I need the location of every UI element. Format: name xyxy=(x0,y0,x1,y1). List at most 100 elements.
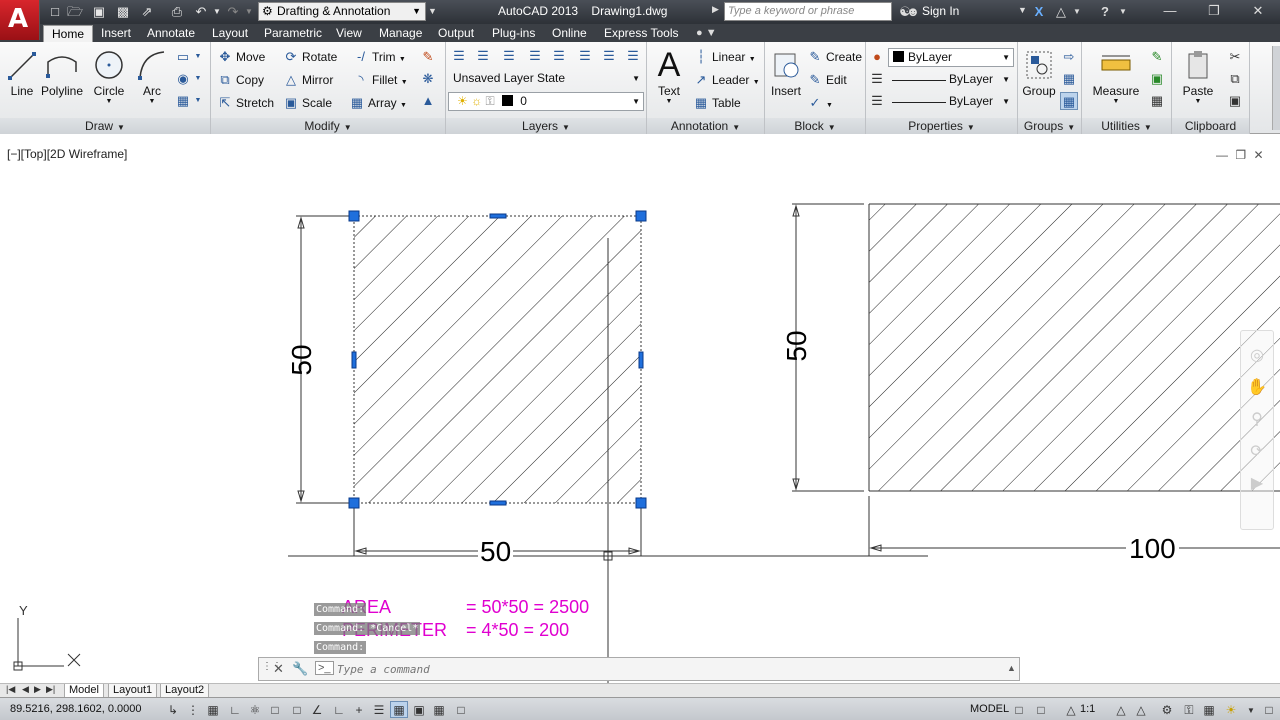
chevron-down-icon[interactable]: ▼ xyxy=(401,79,408,86)
dim-right-horizontal-text[interactable]: 100 xyxy=(1126,533,1179,565)
ungroup-icon[interactable]: ⇨ xyxy=(1060,48,1078,66)
panel-title-utilities[interactable]: Utilities ▼ xyxy=(1082,118,1171,134)
navigation-bar[interactable]: ◎ ✋ ⚲ ⟳ ▶ xyxy=(1240,330,1274,530)
command-prompt-icon[interactable]: >_ xyxy=(315,661,334,675)
print-icon[interactable]: ⎙ xyxy=(168,3,186,21)
exchange-icon[interactable]: X xyxy=(1030,3,1048,21)
circle-button[interactable]: Circle ▼ xyxy=(92,48,126,105)
leader-button[interactable]: ↗ Leader ▼ xyxy=(693,72,760,88)
maximize-button[interactable]: ❐ xyxy=(1198,2,1230,20)
copy-button[interactable]: ⧉ Copy xyxy=(217,72,264,88)
note-area-formula[interactable]: = 50*50 = 2500 xyxy=(466,597,589,618)
layer-iso-icon[interactable]: ☰ xyxy=(500,47,518,65)
restore-icon[interactable]: ❐ xyxy=(1235,148,1246,162)
panel-title-modify[interactable]: Modify ▼ xyxy=(211,118,445,134)
chevron-down-icon[interactable]: ▼ xyxy=(400,102,407,109)
layer-freeze-icon[interactable]: ☰ xyxy=(550,47,568,65)
lock-icon[interactable]: ⚿ xyxy=(1180,701,1198,718)
search-expand-icon[interactable]: ▶ xyxy=(712,4,719,15)
paste-button[interactable]: Paste ▼ xyxy=(1178,48,1218,105)
ribbon-scroll-handle[interactable] xyxy=(1272,46,1280,130)
redo-dropdown-icon[interactable]: ▼ xyxy=(240,3,258,21)
showmotion-icon[interactable]: ▶ xyxy=(1241,473,1273,493)
wrench-icon[interactable]: 🔧 xyxy=(292,661,308,677)
tab-layout[interactable]: Layout xyxy=(204,25,256,42)
chevron-down-icon[interactable]: ▼ xyxy=(1068,3,1086,21)
chevron-down-icon[interactable]: ▼ xyxy=(136,98,168,105)
infer-constraints-icon[interactable]: ↳ xyxy=(164,701,182,718)
chevron-down-icon[interactable]: ▼ xyxy=(192,92,204,110)
boundary-icon[interactable]: ▦ xyxy=(174,92,192,110)
group-selection-icon[interactable]: ▦ xyxy=(1060,92,1078,110)
color-dropdown[interactable]: ByLayer ▼ xyxy=(888,48,1014,67)
dim-right-vertical-text[interactable]: 50 xyxy=(781,326,813,366)
measure-button[interactable]: Measure ▼ xyxy=(1088,48,1144,105)
command-input[interactable] xyxy=(337,661,997,678)
tab-manage[interactable]: Manage xyxy=(371,25,430,42)
save-icon[interactable]: ▣ xyxy=(90,3,108,21)
note-perimeter-formula[interactable]: = 4*50 = 200 xyxy=(466,620,569,641)
quick-select-icon[interactable]: ✎ xyxy=(1148,48,1166,66)
minimize-icon[interactable]: — xyxy=(1216,148,1228,162)
hardware-acceleration-icon[interactable]: ▦ xyxy=(1200,701,1218,718)
tab-parametric[interactable]: Parametric xyxy=(256,25,330,42)
explode-icon[interactable]: ❋ xyxy=(419,70,437,88)
dim-left-vertical-text[interactable]: 50 xyxy=(286,340,318,380)
match-icon[interactable]: ▣ xyxy=(1226,92,1244,110)
layer-properties-icon[interactable]: ☰ xyxy=(450,47,468,65)
tab-express-tools[interactable]: Express Tools xyxy=(596,25,686,42)
pan-icon[interactable]: ✋ xyxy=(1241,377,1273,397)
layer-state-dropdown[interactable]: Unsaved Layer State ▼ xyxy=(448,69,644,88)
tab-insert[interactable]: Insert xyxy=(93,25,139,42)
mirror-button[interactable]: △ Mirror xyxy=(283,72,333,88)
steering-wheel-icon[interactable]: ◎ xyxy=(1241,345,1273,365)
first-layout-icon[interactable]: |◀ xyxy=(6,684,15,695)
tab-layout1[interactable]: Layout1 xyxy=(108,684,158,698)
tab-online[interactable]: Online xyxy=(544,25,595,42)
quick-view-drawings-icon[interactable]: □ xyxy=(1032,701,1050,718)
close-icon[interactable]: ✕ xyxy=(1253,148,1263,162)
group-edit-icon[interactable]: ▦ xyxy=(1060,70,1078,88)
tab-home[interactable]: Home xyxy=(43,25,94,42)
annotation-scale-icon[interactable]: △ xyxy=(1062,701,1080,718)
line-button[interactable]: Line xyxy=(6,48,38,98)
chevron-down-icon[interactable]: ▼ xyxy=(192,70,204,88)
minimize-button[interactable]: — xyxy=(1154,2,1186,20)
current-layer-dropdown[interactable]: ☀ ☼ ⚿ 0 ▼ xyxy=(448,92,644,111)
user-icon[interactable]: ☻ xyxy=(906,3,920,21)
auto-scale-icon[interactable]: △ xyxy=(1132,701,1150,718)
sign-in-button[interactable]: Sign In xyxy=(922,4,959,18)
stretch-button[interactable]: ⇱ Stretch xyxy=(217,95,274,111)
dynamic-ucs-icon[interactable]: ∟ xyxy=(330,701,348,718)
text-button[interactable]: A Text ▼ xyxy=(653,48,685,105)
save-as-icon[interactable]: ▩ xyxy=(114,3,132,21)
chevron-down-icon[interactable]: ▼ xyxy=(92,98,126,105)
zoom-icon[interactable]: ⚲ xyxy=(1241,409,1273,429)
dim-left-horizontal-text[interactable]: 50 xyxy=(478,536,514,568)
insert-block-button[interactable]: Insert xyxy=(769,48,803,98)
snap-icon[interactable]: ⋮ xyxy=(184,701,202,718)
left-square-hatch[interactable] xyxy=(354,216,641,503)
selection-cycling-icon[interactable]: ▦ xyxy=(430,701,448,718)
panel-title-block[interactable]: Block ▼ xyxy=(765,118,865,134)
lineweight-toggle-icon[interactable]: ☰ xyxy=(370,701,388,718)
search-input[interactable]: Type a keyword or phrase xyxy=(724,2,892,21)
left-square-outline[interactable] xyxy=(353,215,642,504)
command-history-toggle-icon[interactable]: ▲ xyxy=(1007,663,1016,673)
quick-view-layouts-icon[interactable]: □ xyxy=(1010,701,1028,718)
last-layout-icon[interactable]: ▶| xyxy=(46,684,55,695)
isolate-objects-icon[interactable]: ☀ xyxy=(1222,701,1240,718)
help-icon[interactable]: ? xyxy=(1096,3,1114,21)
tab-annotate[interactable]: Annotate xyxy=(139,25,203,42)
rectangle-icon[interactable]: ▭ xyxy=(174,48,192,66)
edit-pencil-icon[interactable]: ✎ xyxy=(419,48,437,66)
copy-clip-icon[interactable]: ⧉ xyxy=(1226,70,1244,88)
chevron-down-icon[interactable]: ▼ xyxy=(1114,3,1132,21)
select-all-icon[interactable]: ▣ xyxy=(1148,70,1166,88)
clean-screen-icon[interactable]: □ xyxy=(1260,701,1278,718)
new-file-icon[interactable]: □ xyxy=(46,3,64,21)
transparency-icon[interactable]: ▦ xyxy=(390,701,408,718)
attribute-button[interactable]: ✓ ▼ xyxy=(807,95,833,111)
object-snap-tracking-icon[interactable]: ∠ xyxy=(308,701,326,718)
offset-icon[interactable]: ▲ xyxy=(419,92,437,110)
